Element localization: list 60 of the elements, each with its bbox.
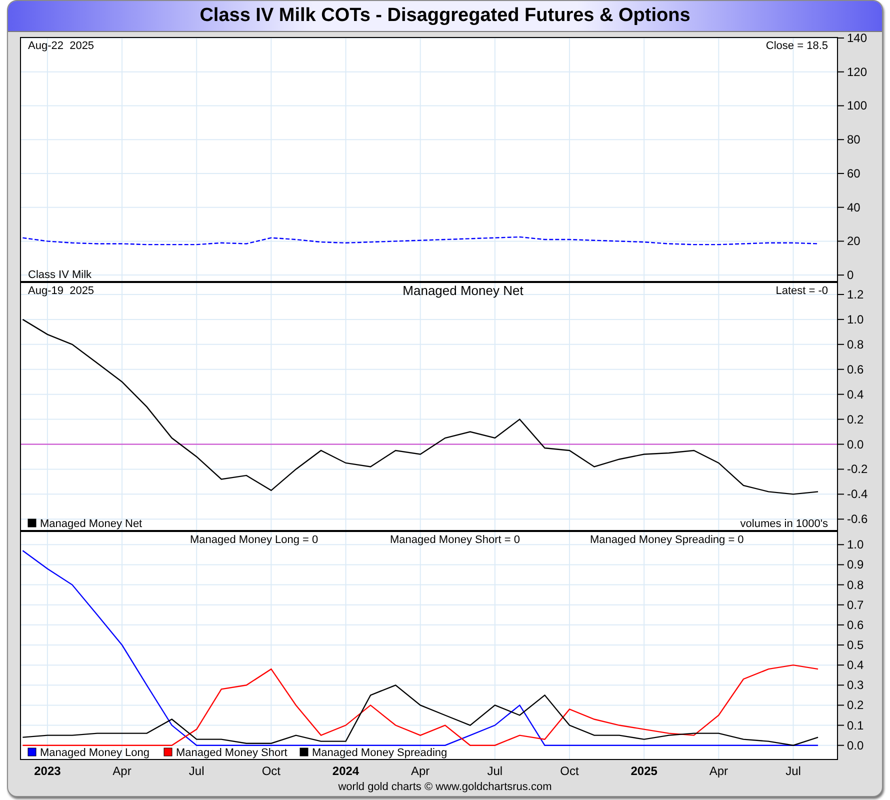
readout-label: Managed Money Short = 0 (390, 534, 520, 546)
x-tick-label: Apr (709, 764, 728, 778)
y-tick-label: 0.0 (847, 738, 864, 752)
y-tick-label: 0.4 (847, 387, 864, 402)
y-tick-label: -0.6 (847, 512, 868, 526)
y-tick-label: 100 (847, 98, 868, 113)
y-tick-label: 0.4 (847, 658, 864, 672)
y-tick-label: 0.2 (847, 698, 864, 712)
y-tick-label: 0.8 (847, 578, 864, 592)
footer-credit: world gold charts © www.goldchartsrus.com (337, 780, 553, 794)
legend-swatch (28, 748, 36, 756)
y-tick-label: 80 (847, 132, 860, 147)
units-label: volumes in 1000's (740, 518, 828, 530)
y-tick-label: 20 (847, 234, 860, 248)
x-tick-label: Jul (786, 764, 801, 778)
y-tick-label: 0.6 (847, 618, 864, 632)
y-tick-label: 0.7 (847, 598, 864, 612)
y-tick-label: 0.2 (847, 412, 864, 426)
y-tick-label: 60 (847, 166, 860, 180)
date-label: Aug-22 2025 (28, 40, 94, 52)
readout-label: Managed Money Spreading = 0 (590, 534, 744, 546)
y-tick-label: 0.0 (847, 437, 864, 452)
reading-label: Close = 18.5 (766, 40, 828, 52)
readout-label: Managed Money Long = 0 (190, 534, 318, 546)
x-tick-label: 2024 (332, 764, 360, 778)
y-tick-label: -0.2 (847, 462, 868, 476)
x-tick-label: Apr (411, 764, 430, 778)
y-tick-label: 0.5 (847, 638, 864, 652)
y-tick-label: 120 (847, 64, 868, 79)
series-label: Class IV Milk (28, 269, 92, 281)
legend-label: Managed Money Net (40, 518, 142, 530)
legend-label: Managed Money Spreading (312, 747, 448, 759)
y-tick-label: 0.6 (847, 362, 864, 376)
y-tick-label: 1.0 (847, 538, 864, 552)
y-tick-label: 0 (847, 268, 854, 282)
legend-swatch (28, 518, 36, 528)
reading-label: Latest = -0 (776, 285, 828, 297)
x-tick-label: Apr (112, 764, 132, 778)
x-tick-label: 2025 (630, 764, 658, 778)
x-tick-label: Oct (262, 764, 281, 778)
y-tick-label: 1.0 (847, 312, 864, 326)
x-tick-label: Jul (188, 764, 204, 778)
y-tick-label: -0.4 (847, 487, 868, 502)
x-tick-label: Oct (560, 764, 579, 778)
y-tick-label: 0.9 (847, 558, 864, 572)
panel-title: Managed Money Net (402, 283, 524, 298)
y-tick-label: 140 (847, 31, 868, 46)
y-tick-label: 40 (847, 200, 860, 214)
x-tick-label: Jul (487, 764, 503, 778)
x-tick-label: 2023 (34, 764, 61, 778)
y-tick-label: 0.3 (847, 678, 864, 692)
date-label: Aug-19 2025 (28, 285, 94, 297)
y-tick-label: 1.2 (847, 287, 864, 302)
chart-title: Class IV Milk COTs - Disaggregated Futures & Options (200, 4, 690, 28)
legend-swatch (300, 748, 308, 756)
legend-swatch (164, 748, 172, 756)
y-tick-label: 0.1 (847, 718, 864, 732)
legend-label: Managed Money Short (176, 747, 288, 759)
legend-label: Managed Money Long (40, 747, 150, 759)
y-tick-label: 0.8 (847, 337, 864, 352)
